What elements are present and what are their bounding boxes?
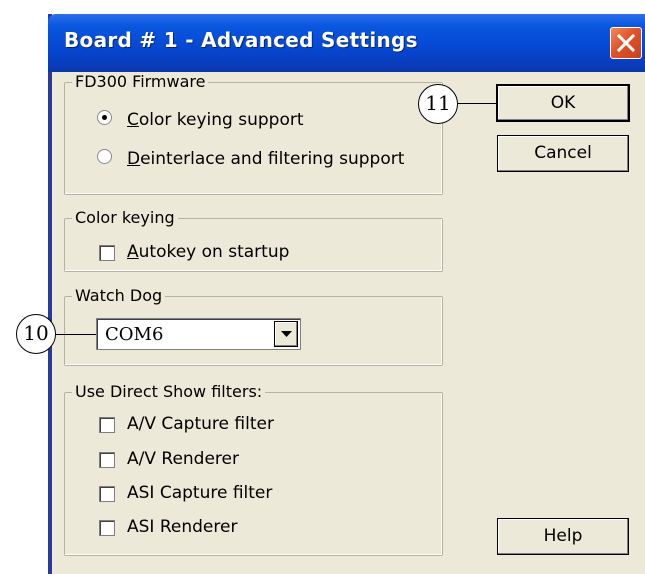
checkbox-asi-renderer[interactable] — [99, 520, 115, 536]
watchdog-port-select[interactable]: COM6 — [96, 318, 301, 350]
directshow-group-label: Use Direct Show filters: — [72, 382, 266, 402]
cancel-button[interactable]: Cancel — [497, 135, 629, 172]
checkbox-av-renderer-label[interactable]: A/V Renderer — [127, 449, 239, 469]
watchdog-port-value: COM6 — [105, 324, 164, 345]
color-keying-group-label: Color keying — [72, 208, 178, 228]
checkbox-asi-capture-filter-label[interactable]: ASI Capture filter — [127, 483, 272, 503]
radio-color-keying-support-label[interactable]: Color keying support — [127, 110, 304, 130]
callout-watchdog: 10 — [16, 314, 56, 354]
radio-deinterlace-filtering-label[interactable]: Deinterlace and filtering support — [127, 149, 404, 169]
close-button[interactable] — [610, 27, 642, 59]
checkbox-asi-renderer-label[interactable]: ASI Renderer — [127, 517, 237, 537]
radio-color-keying-support[interactable] — [97, 110, 112, 125]
window-title: Board # 1 - Advanced Settings — [64, 28, 418, 52]
radio-selected-dot — [102, 115, 107, 120]
callout-ok-leader — [458, 103, 498, 104]
ok-button[interactable]: OK — [496, 84, 630, 122]
window-left-border — [48, 14, 52, 574]
callout-watchdog-leader — [56, 334, 96, 335]
watchdog-group-label: Watch Dog — [72, 286, 166, 306]
help-button[interactable]: Help — [497, 518, 629, 555]
checkbox-av-capture-filter[interactable] — [99, 417, 115, 433]
chevron-down-icon — [281, 331, 292, 337]
checkbox-asi-capture-filter[interactable] — [99, 486, 115, 502]
firmware-group-label: FD300 Firmware — [72, 72, 209, 92]
checkbox-autokey-on-startup[interactable] — [99, 245, 115, 261]
firmware-group — [64, 82, 443, 195]
radio-deinterlace-filtering[interactable] — [97, 149, 112, 164]
checkbox-av-renderer[interactable] — [99, 452, 115, 468]
callout-ok: 11 — [418, 84, 458, 124]
checkbox-autokey-on-startup-label[interactable]: Autokey on startup — [127, 242, 289, 262]
close-icon — [617, 34, 635, 52]
checkbox-av-capture-filter-label[interactable]: A/V Capture filter — [127, 414, 274, 434]
watchdog-dropdown-button[interactable] — [274, 321, 298, 347]
